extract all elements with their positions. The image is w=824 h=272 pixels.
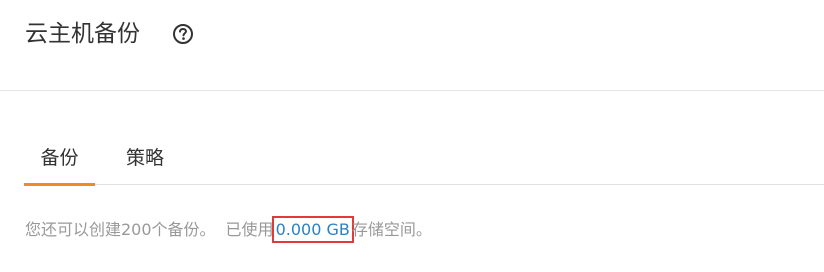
backup-usage-text: 您还可以创建200个备份。 已使用 0.000 GB 存储空间。 <box>25 216 432 243</box>
page: 云主机备份 备份 策略 您还可以创建200个备份。 已使用 0.000 GB 存储空间… <box>0 0 824 272</box>
tab-policy[interactable]: 策略 <box>114 144 176 184</box>
remaining-backups-text: 您还可以创建200个备份。 <box>25 220 216 239</box>
active-tab-indicator <box>24 183 95 186</box>
tab-backup[interactable]: 备份 <box>24 144 95 186</box>
tab-backup-label: 备份 <box>40 147 79 169</box>
page-header: 云主机备份 <box>0 0 824 91</box>
tab-policy-label: 策略 <box>125 147 164 169</box>
question-circle-icon[interactable] <box>172 23 194 45</box>
used-storage-value: 0.000 GB <box>271 216 354 243</box>
tab-bar: 备份 策略 <box>24 132 824 186</box>
used-prefix-text: 已使用 <box>225 220 274 239</box>
used-suffix-text: 存储空间。 <box>351 220 432 239</box>
page-title: 云主机备份 <box>25 21 140 47</box>
